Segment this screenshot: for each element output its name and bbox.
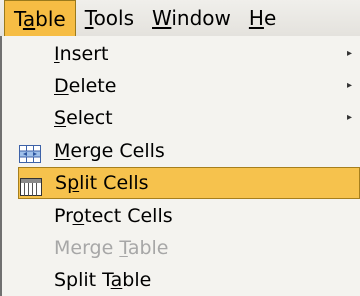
menu-item-label: Split Cells <box>55 172 149 194</box>
table-menu-dropdown: Insert ▸ Delete ▸ Select ▸ Merge Cells S… <box>0 36 360 296</box>
menu-item-protect-cells[interactable]: Protect Cells <box>2 200 360 232</box>
split-cells-icon <box>20 174 42 196</box>
menu-item-insert[interactable]: Insert ▸ <box>2 38 360 70</box>
menu-item-label: Select <box>54 107 113 129</box>
menubar-table[interactable]: Table <box>4 0 76 36</box>
menu-item-label: Delete <box>54 75 117 97</box>
menu-item-merge-cells[interactable]: Merge Cells <box>2 135 360 167</box>
merge-cells-icon <box>19 141 41 163</box>
screen: Table Tools Window He Insert ▸ Delete ▸ … <box>0 0 360 296</box>
menu-item-select[interactable]: Select ▸ <box>2 102 360 134</box>
menu-item-label: Merge Table <box>54 237 169 259</box>
menu-bar: Table Tools Window He <box>0 0 360 37</box>
submenu-arrow-icon: ▸ <box>346 48 352 59</box>
menu-item-delete[interactable]: Delete ▸ <box>2 70 360 102</box>
submenu-arrow-icon: ▸ <box>346 80 352 91</box>
menubar-window[interactable]: Window <box>143 0 240 36</box>
menu-item-split-table[interactable]: Split Table <box>2 264 360 296</box>
menu-item-label: Merge Cells <box>54 140 165 162</box>
submenu-arrow-icon: ▸ <box>346 112 352 123</box>
menu-item-label: Insert <box>54 43 109 65</box>
menubar-tools[interactable]: Tools <box>76 0 143 36</box>
menubar-help[interactable]: He <box>240 0 285 36</box>
menu-item-merge-table: Merge Table <box>2 232 360 264</box>
menu-item-label: Split Table <box>54 269 152 291</box>
menu-item-label: Protect Cells <box>54 205 173 227</box>
menu-item-split-cells[interactable]: Split Cells <box>18 167 360 199</box>
